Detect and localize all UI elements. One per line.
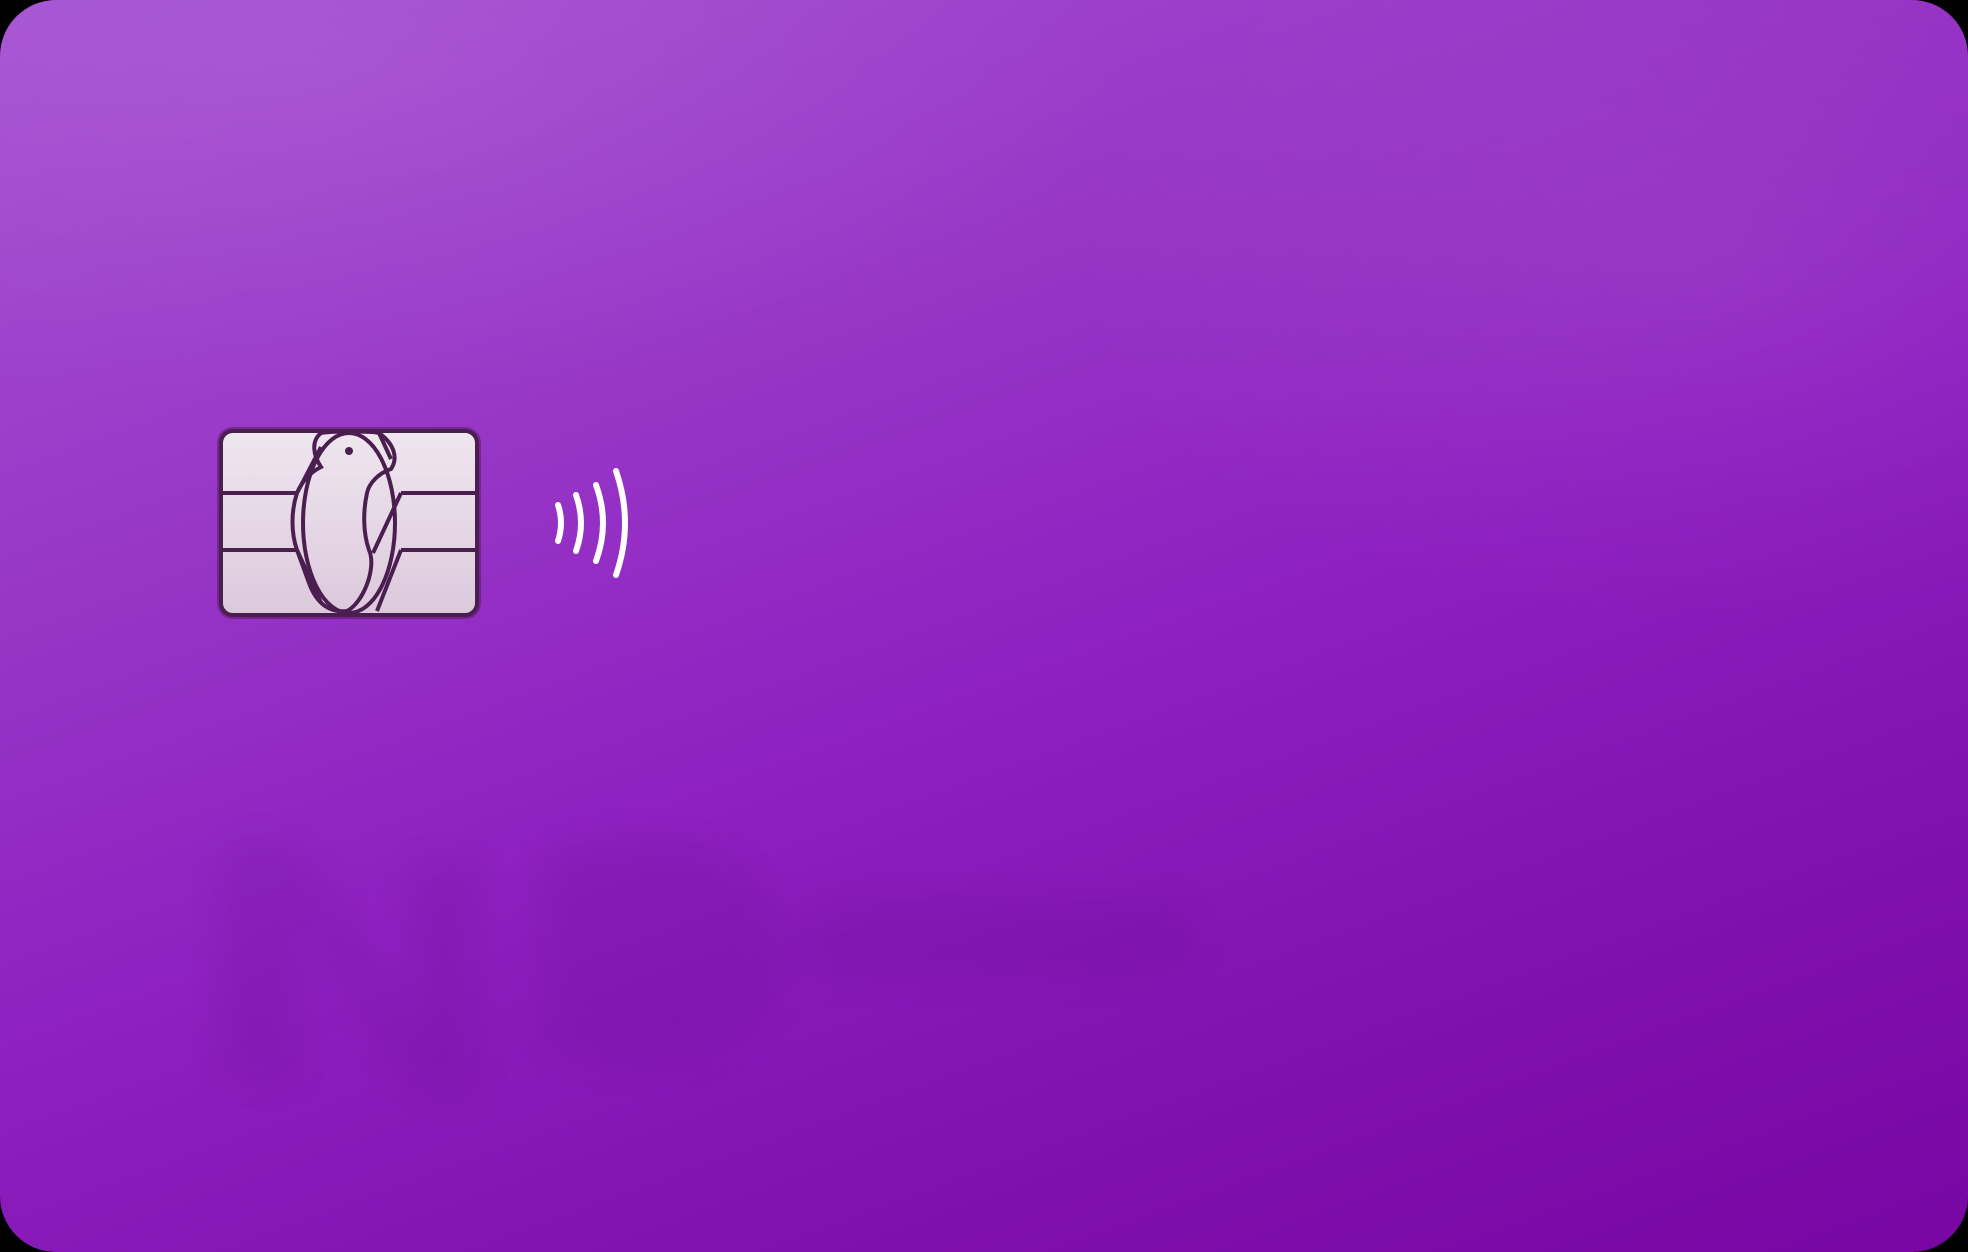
brand-logo-ghost — [220, 837, 1200, 1100]
emv-chip-icon — [217, 427, 481, 619]
payment-card — [0, 0, 1968, 1252]
contactless-icon — [555, 468, 628, 578]
